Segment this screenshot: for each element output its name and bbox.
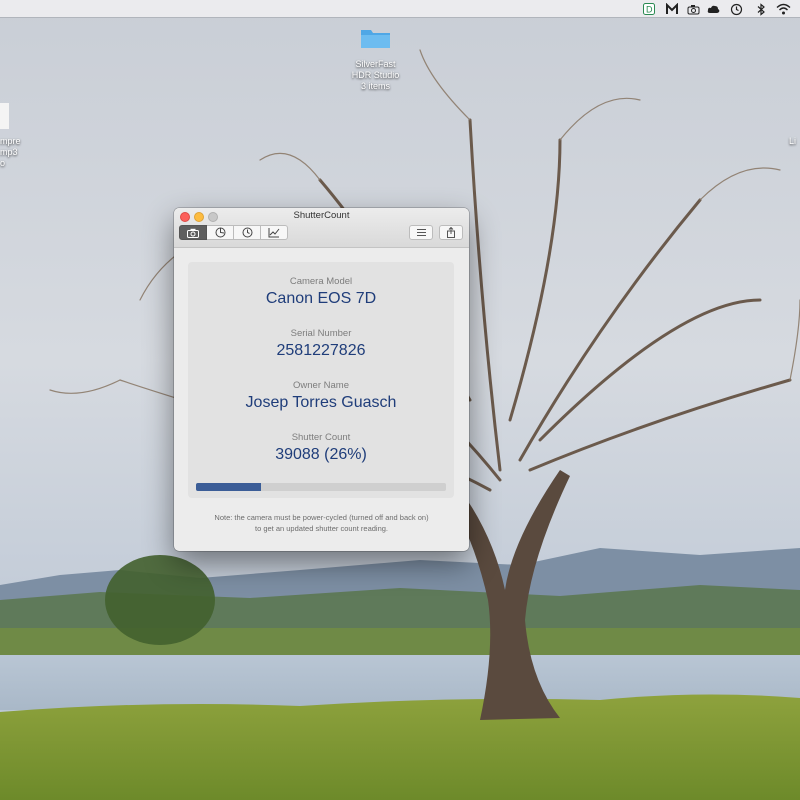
- clock-icon: [242, 227, 252, 238]
- bluetooth-icon[interactable]: [753, 1, 769, 17]
- camera-model-value: Canon EOS 7D: [265, 290, 377, 307]
- owner-name-value: Josep Torres Guasch: [245, 394, 397, 411]
- window-titlebar[interactable]: ShutterCount: [174, 208, 469, 248]
- list-button[interactable]: [409, 225, 433, 240]
- tab-camera[interactable]: [179, 225, 207, 240]
- shutter-progress-fill: [196, 483, 261, 491]
- desktop-item-label-right[interactable]: Li: [789, 136, 800, 147]
- desktop-folder-label[interactable]: SilverFast HDR Studio 3 items: [338, 59, 413, 92]
- shutter-icon: [215, 227, 225, 238]
- desktop-file-label[interactable]: mpre mp3 o: [0, 136, 24, 169]
- tab-chart[interactable]: [261, 225, 288, 240]
- camera-icon[interactable]: [685, 1, 701, 17]
- shutter-count-label: Shutter Count: [291, 432, 351, 443]
- tab-clock[interactable]: [234, 225, 261, 240]
- dash-icon[interactable]: D: [641, 1, 657, 17]
- wifi-icon[interactable]: [775, 1, 791, 17]
- camera-icon: [187, 228, 199, 238]
- time-machine-icon[interactable]: [728, 1, 744, 17]
- list-icon: [416, 229, 426, 236]
- malwarebytes-icon[interactable]: [664, 1, 680, 17]
- chart-icon: [268, 227, 280, 237]
- serial-number-label: Serial Number: [290, 328, 352, 339]
- desktop-file-icon[interactable]: [0, 103, 9, 129]
- shuttercount-window: ShutterCount Camera Model Canon EOS 7D S…: [174, 208, 469, 551]
- camera-model-label: Camera Model: [289, 276, 353, 287]
- camera-info-panel: Camera Model Canon EOS 7D Serial Number …: [188, 262, 454, 498]
- desktop-folder-icon[interactable]: [360, 27, 391, 49]
- shutter-count-value: 39088 (26%): [275, 446, 367, 463]
- cloud-icon[interactable]: [705, 1, 721, 17]
- tab-shutter[interactable]: [207, 225, 234, 240]
- power-cycle-note: Note: the camera must be power-cycled (t…: [214, 513, 429, 533]
- svg-text:D: D: [646, 5, 653, 15]
- shutter-progress-bar: [196, 483, 446, 491]
- window-title: ShutterCount: [293, 210, 350, 221]
- serial-number-value: 2581227826: [276, 342, 366, 359]
- menu-bar: D: [0, 0, 800, 17]
- owner-name-label: Owner Name: [293, 380, 349, 391]
- share-icon: [447, 227, 455, 238]
- share-button[interactable]: [439, 225, 463, 240]
